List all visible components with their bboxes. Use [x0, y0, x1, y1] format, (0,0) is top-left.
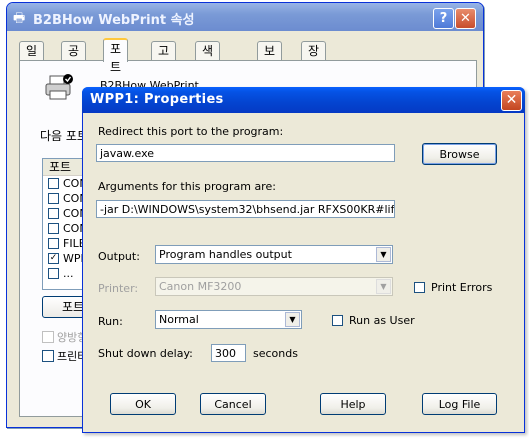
redirect-label: Redirect this port to the program: [98, 125, 284, 138]
output-select[interactable]: Program handles output ▼ [155, 245, 393, 264]
background-window-title: B2BHow WebPrint 속성 [33, 13, 195, 28]
tab-color-management[interactable]: 색 관리 [195, 41, 221, 94]
dialog-title-bar[interactable]: WPP1: Properties ✕ [82, 87, 525, 113]
bidirectional-checkbox[interactable]: 양방향 [42, 329, 87, 345]
run-as-user-box[interactable] [332, 315, 343, 326]
run-value: Normal [159, 313, 199, 326]
chevron-down-icon[interactable]: ▼ [376, 247, 391, 262]
printer-pooling-checkbox[interactable]: 프린터 [42, 348, 87, 364]
wpp-properties-dialog: WPP1: Properties ✕ Redirect this port to… [82, 87, 525, 433]
background-title-bar[interactable]: 🖶 B2BHow WebPrint 속성 ? ✕ [7, 3, 483, 31]
printer-value: Canon MF3200 [159, 280, 242, 293]
printer-app-icon: 🖶 [13, 11, 26, 26]
arguments-label: Arguments for this program are: [98, 180, 276, 193]
dialog-title: WPP1: Properties [90, 92, 224, 107]
background-close-button[interactable]: ✕ [455, 8, 476, 29]
print-errors-label: Print Errors [431, 281, 493, 294]
port-checkbox[interactable] [48, 238, 59, 249]
port-checkbox[interactable] [48, 178, 59, 189]
output-value: Program handles output [159, 248, 292, 261]
printer-select[interactable]: Canon MF3200 ▼ [155, 277, 393, 296]
cancel-button[interactable]: Cancel [200, 393, 266, 415]
port-label: ... [63, 267, 74, 280]
port-description: 다음 포트 [40, 129, 88, 143]
help-dialog-button[interactable]: Help [320, 393, 386, 415]
output-label: Output: [98, 250, 140, 263]
printer-label: Printer: [98, 282, 139, 295]
seconds-label: seconds [253, 347, 298, 360]
run-select[interactable]: Normal ▼ [155, 310, 302, 329]
chevron-down-icon[interactable]: ▼ [376, 279, 391, 294]
port-checkbox-checked[interactable]: ✓ [48, 253, 59, 264]
dialog-close-button[interactable]: ✕ [501, 90, 522, 111]
port-checkbox[interactable] [48, 268, 59, 279]
print-errors-checkbox[interactable]: Print Errors [414, 281, 492, 294]
shutdown-delay-label: Shut down delay: [98, 347, 193, 360]
tab-security[interactable]: 보안 [257, 41, 283, 76]
tab-sharing[interactable]: 공유 [61, 41, 87, 76]
run-as-user-label: Run as User [349, 314, 415, 327]
log-file-button[interactable]: Log File [422, 393, 497, 415]
print-errors-box[interactable] [414, 282, 425, 293]
help-button[interactable]: ? [433, 8, 454, 29]
run-label: Run: [98, 315, 123, 328]
run-as-user-checkbox[interactable]: Run as User [332, 314, 415, 327]
tab-ports[interactable]: 포트 [103, 38, 129, 74]
tab-device-settings[interactable]: 장치 설정 [301, 41, 327, 112]
browse-button[interactable]: Browse [422, 143, 497, 165]
arguments-input[interactable]: -jar D:\WINDOWS\system32\bhsend.jar RFXS… [96, 200, 395, 218]
printer-icon [45, 74, 73, 100]
tab-general[interactable]: 일반 [19, 41, 45, 76]
shutdown-delay-input[interactable]: 300 [211, 344, 246, 362]
tab-advanced[interactable]: 고급 [151, 41, 177, 76]
program-input[interactable]: javaw.exe [96, 144, 395, 162]
port-checkbox[interactable] [48, 223, 59, 234]
port-checkbox[interactable] [48, 193, 59, 204]
ok-button[interactable]: OK [110, 393, 176, 415]
chevron-down-icon[interactable]: ▼ [285, 312, 300, 327]
port-checkbox[interactable] [48, 208, 59, 219]
